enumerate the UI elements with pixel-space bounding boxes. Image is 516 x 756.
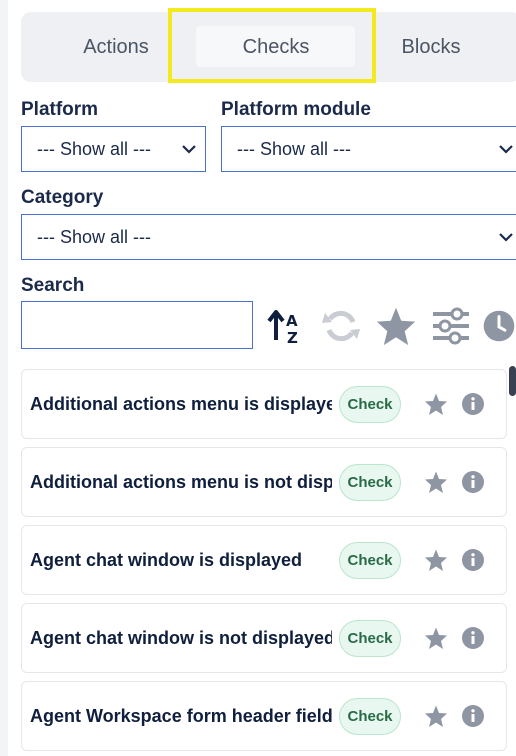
favorite-star-icon[interactable] [424,548,448,572]
favorite-star-icon[interactable] [424,626,448,650]
favorite-star-icon[interactable] [424,470,448,494]
favorite-star-icon[interactable] [424,704,448,728]
list-item[interactable]: Additional actions menu is displayed Chec… [21,369,507,439]
platform-label: Platform [21,99,99,120]
info-icon[interactable] [462,549,484,571]
check-badge[interactable]: Check [339,620,401,657]
category-select-value: --- Show all --- [37,226,152,247]
check-badge[interactable]: Check [339,464,401,501]
sliders-icon[interactable] [430,306,472,346]
info-icon[interactable] [462,705,484,727]
platform-module-label: Platform module [221,99,371,120]
favorite-star-icon[interactable] [424,392,448,416]
list-item[interactable]: Agent chat window is not displayed Check [21,603,507,673]
chevron-down-icon [182,145,196,154]
info-icon[interactable] [462,471,484,493]
info-icon[interactable] [462,393,484,415]
platform-module-select[interactable]: --- Show all --- [221,126,516,172]
chevron-down-icon [499,233,513,242]
list-item-title: Agent Workspace form header field... [30,705,332,726]
left-edge [0,0,8,756]
list-item-title: Additional actions menu is not displ... [30,471,332,492]
check-badge[interactable]: Check [339,386,401,423]
search-input[interactable] [21,301,253,349]
refresh-icon[interactable] [320,306,362,346]
scrollbar-thumb[interactable] [509,366,516,396]
list-item-title: Agent chat window is displayed [30,549,303,570]
platform-module-select-value: --- Show all --- [237,138,352,159]
list-item-title: Additional actions menu is displayed [30,393,332,414]
chevron-down-icon [499,145,513,154]
svg-text:A: A [286,312,298,330]
sort-az-icon[interactable]: A Z [266,306,306,346]
star-icon[interactable] [374,306,418,346]
platform-select-value: --- Show all --- [37,138,152,159]
list-item[interactable]: Agent Workspace form header field... Chec… [21,681,507,751]
check-badge[interactable]: Check [339,698,401,735]
tab-blocks[interactable]: Blocks [371,12,491,82]
category-select[interactable]: --- Show all --- [21,214,516,260]
highlight-box [168,8,376,83]
svg-text:Z: Z [287,329,298,346]
list-item[interactable]: Additional actions menu is not displ... C… [21,447,507,517]
list-item[interactable]: Agent chat window is displayed Check [21,525,507,595]
search-label: Search [21,275,85,296]
list-item-title: Agent chat window is not displayed [30,627,332,648]
category-label: Category [21,187,104,208]
platform-select[interactable]: --- Show all --- [21,126,206,172]
clock-icon[interactable] [482,306,516,346]
info-icon[interactable] [462,627,484,649]
check-badge[interactable]: Check [339,542,401,579]
